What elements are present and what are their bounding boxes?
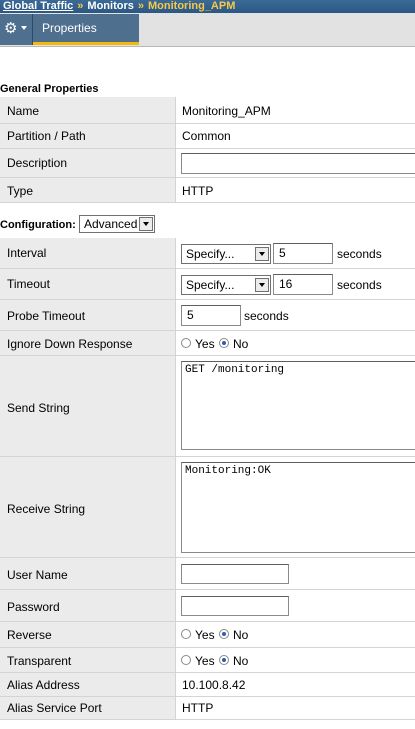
- description-label: Description: [7, 156, 68, 170]
- interval-mode-select[interactable]: Specify...: [181, 244, 271, 264]
- name-label: Name: [7, 104, 40, 118]
- reverse-yes-label: Yes: [195, 628, 215, 642]
- transparent-yes-label: Yes: [195, 654, 215, 668]
- interval-input[interactable]: 5: [273, 243, 333, 264]
- timeout-input[interactable]: 16: [273, 274, 333, 295]
- chevron-down-icon: [255, 247, 269, 261]
- name-value: Monitoring_APM: [182, 104, 271, 118]
- description-input[interactable]: [181, 153, 415, 174]
- row-type: Type HTTP: [0, 178, 415, 203]
- timeout-mode-value: Specify...: [186, 278, 235, 292]
- password-label: Password: [7, 600, 60, 614]
- row-send-string: Send String GET /monitoring: [0, 356, 415, 457]
- row-timeout: Timeout Specify... 16 seconds: [0, 269, 415, 300]
- gear-icon: ⚙: [4, 20, 18, 37]
- ignore-no-label: No: [233, 337, 249, 351]
- send-string-label: Send String: [7, 401, 70, 415]
- ignore-yes-label: Yes: [195, 337, 215, 351]
- timeout-unit: seconds: [337, 278, 382, 292]
- alias-address-label: Alias Address: [7, 678, 80, 692]
- timeout-label: Timeout: [7, 277, 50, 291]
- tab-properties[interactable]: Properties: [33, 14, 139, 45]
- row-description: Description: [0, 149, 415, 178]
- configuration-mode-select[interactable]: Advanced: [79, 215, 155, 233]
- reverse-yes-radio[interactable]: [181, 629, 191, 639]
- probe-timeout-unit: seconds: [244, 309, 289, 323]
- interval-label: Interval: [7, 246, 47, 260]
- send-string-textarea[interactable]: GET /monitoring: [181, 361, 415, 450]
- general-properties-title: General Properties: [0, 83, 99, 95]
- partition-label: Partition / Path: [7, 129, 86, 143]
- ignore-yes-radio[interactable]: [181, 338, 191, 348]
- configuration-row: Configuration: Advanced: [0, 213, 415, 235]
- breadcrumb: Global Traffic» Monitors» Monitoring_APM: [0, 0, 415, 13]
- transparent-no-radio[interactable]: [219, 655, 229, 665]
- row-user-name: User Name: [0, 558, 415, 590]
- row-transparent: Transparent Yes No: [0, 648, 415, 673]
- breadcrumb-global-traffic[interactable]: Global Traffic: [3, 0, 73, 12]
- breadcrumb-current: Monitoring_APM: [148, 0, 236, 12]
- timeout-mode-select[interactable]: Specify...: [181, 275, 271, 295]
- row-alias-address: Alias Address 10.100.8.42: [0, 673, 415, 697]
- alias-service-port-label: Alias Service Port: [7, 701, 102, 715]
- interval-unit: seconds: [337, 247, 382, 261]
- row-partition: Partition / Path Common: [0, 124, 415, 149]
- breadcrumb-monitors[interactable]: Monitors: [87, 0, 133, 12]
- row-reverse: Reverse Yes No: [0, 622, 415, 648]
- ignore-no-radio[interactable]: [219, 338, 229, 348]
- chevron-down-icon: [21, 26, 27, 30]
- row-receive-string: Receive String Monitoring:OK: [0, 457, 415, 558]
- receive-string-textarea[interactable]: Monitoring:OK: [181, 462, 415, 553]
- probe-timeout-input[interactable]: 5: [181, 305, 241, 326]
- chevron-down-icon: [255, 278, 269, 292]
- transparent-no-label: No: [233, 654, 249, 668]
- probe-timeout-label: Probe Timeout: [7, 309, 86, 323]
- type-value: HTTP: [182, 184, 214, 198]
- configuration-mode-value: Advanced: [84, 217, 138, 231]
- password-input[interactable]: [181, 596, 289, 616]
- partition-value: Common: [182, 129, 231, 143]
- reverse-no-radio[interactable]: [219, 629, 229, 639]
- row-alias-service-port: Alias Service Port HTTP: [0, 697, 415, 720]
- gear-menu-button[interactable]: ⚙: [0, 14, 33, 45]
- receive-string-label: Receive String: [7, 502, 86, 516]
- row-name: Name Monitoring_APM: [0, 97, 415, 124]
- user-name-input[interactable]: [181, 564, 289, 584]
- user-name-label: User Name: [7, 568, 68, 582]
- row-probe-timeout: Probe Timeout 5 seconds: [0, 300, 415, 331]
- transparent-label: Transparent: [7, 654, 72, 668]
- reverse-label: Reverse: [7, 628, 52, 642]
- row-interval: Interval Specify... 5 seconds: [0, 238, 415, 269]
- transparent-yes-radio[interactable]: [181, 655, 191, 665]
- type-label: Type: [7, 184, 34, 198]
- configuration-label: Configuration:: [0, 219, 76, 231]
- alias-address-value: 10.100.8.42: [182, 678, 246, 692]
- breadcrumb-separator: »: [77, 0, 84, 12]
- row-ignore-down-response: Ignore Down Response Yes No: [0, 331, 415, 356]
- row-password: Password: [0, 590, 415, 622]
- ignore-down-response-label: Ignore Down Response: [7, 337, 133, 351]
- interval-mode-value: Specify...: [186, 247, 235, 261]
- breadcrumb-separator: »: [137, 0, 144, 12]
- alias-service-port-value: HTTP: [182, 701, 214, 715]
- reverse-no-label: No: [233, 628, 249, 642]
- chevron-down-icon: [139, 217, 153, 231]
- tab-strip: ⚙ Properties: [0, 13, 415, 47]
